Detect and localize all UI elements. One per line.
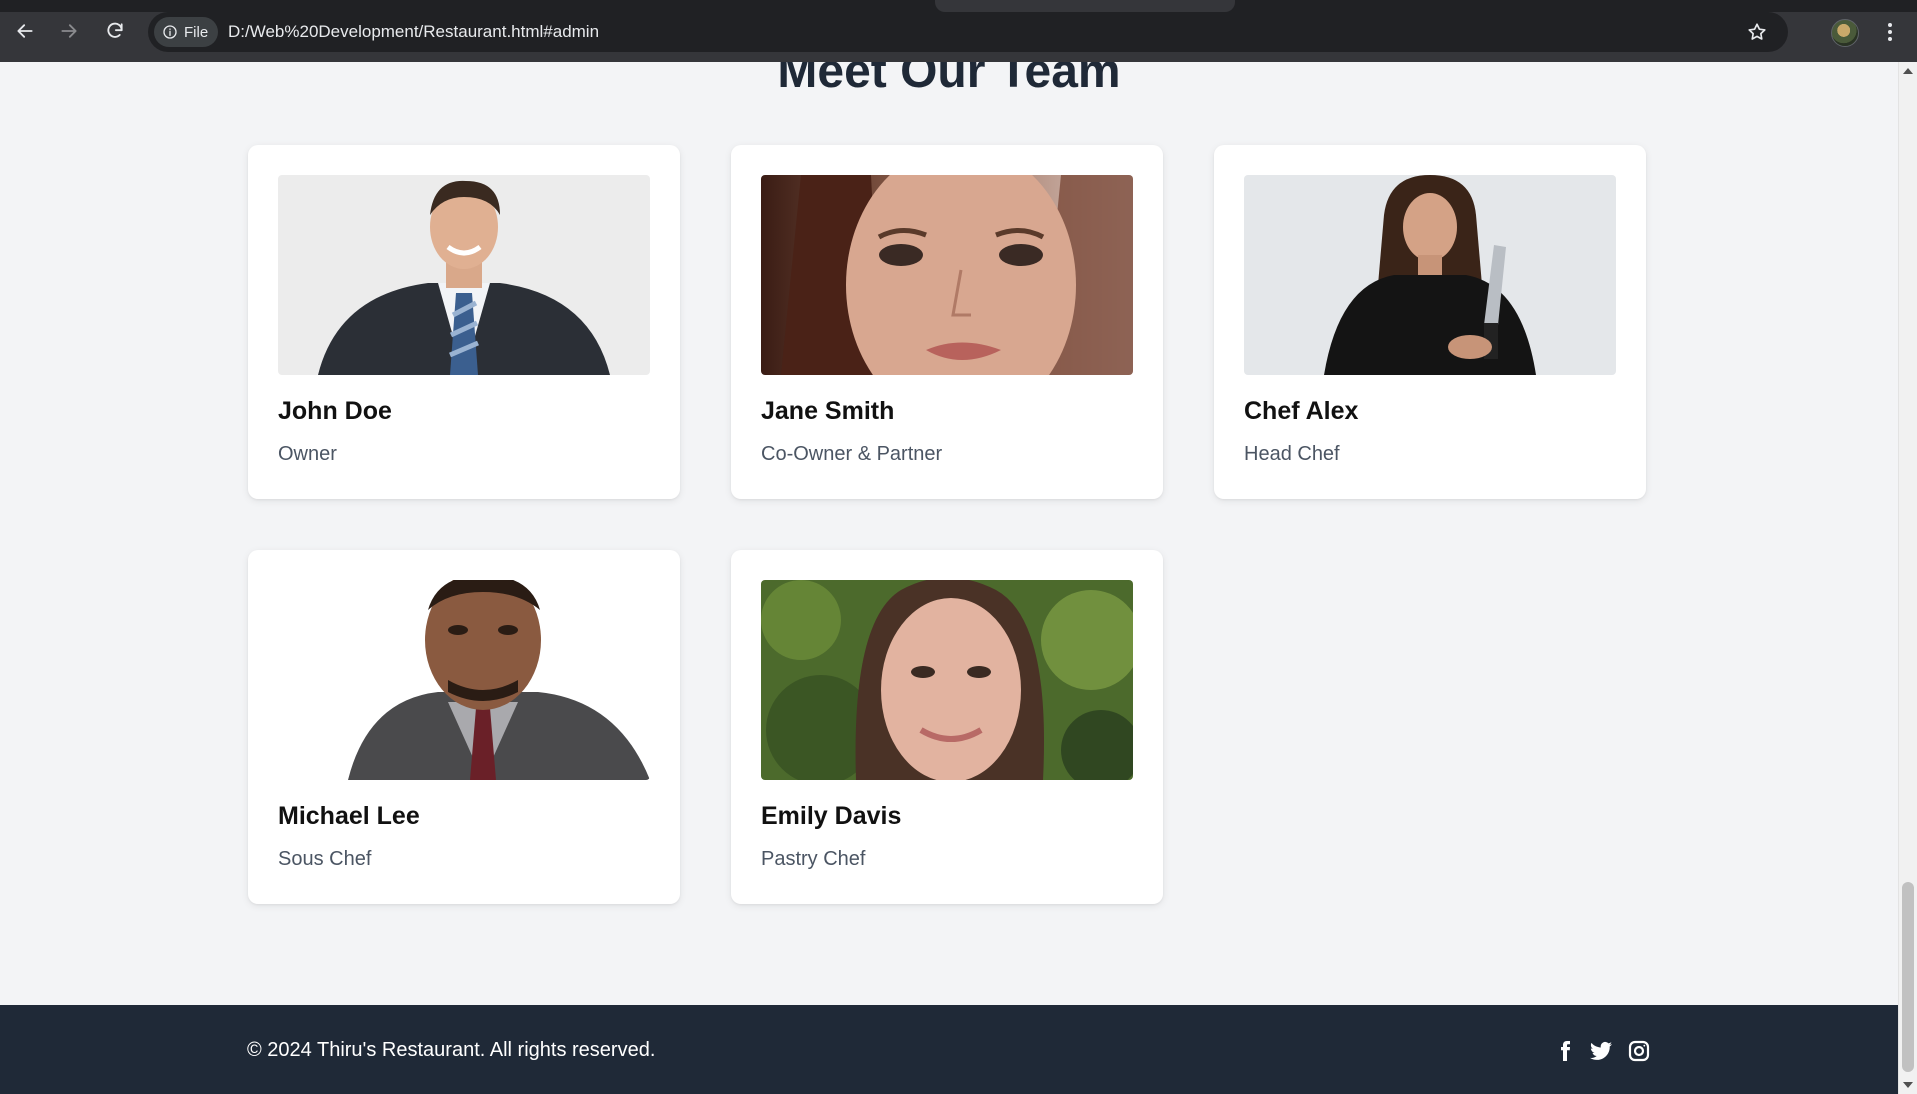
footer-copyright: © 2024 Thiru's Restaurant. All rights re… — [247, 1039, 656, 1061]
profile-avatar[interactable] — [1831, 19, 1859, 47]
member-name: John Doe — [278, 397, 392, 425]
back-arrow-icon — [17, 24, 33, 38]
site-footer: © 2024 Thiru's Restaurant. All rights re… — [0, 1005, 1898, 1094]
scroll-down-icon[interactable] — [1903, 1082, 1913, 1088]
url-text[interactable]: D:/Web%20Development/Restaurant.html#adm… — [228, 22, 599, 42]
scroll-up-icon[interactable] — [1903, 68, 1913, 74]
twitter-icon[interactable] — [1589, 1039, 1613, 1063]
page-viewport: Meet Our Team John Doe Owner Jane Smith … — [0, 62, 1898, 1094]
team-card: Michael Lee Sous Chef — [248, 550, 680, 904]
instagram-icon[interactable] — [1627, 1039, 1651, 1063]
member-role: Head Chef — [1244, 443, 1340, 465]
site-info-chip[interactable]: File — [154, 17, 219, 47]
scrollbar-thumb[interactable] — [1902, 882, 1914, 1072]
reload-button[interactable] — [98, 14, 132, 48]
member-name: Jane Smith — [761, 397, 895, 425]
team-photo — [761, 175, 1133, 375]
facebook-icon[interactable] — [1553, 1039, 1577, 1063]
site-info-label: File — [184, 23, 209, 41]
member-name: Emily Davis — [761, 802, 902, 830]
tab-strip — [0, 0, 1917, 12]
team-card: Emily Davis Pastry Chef — [731, 550, 1163, 904]
member-role: Sous Chef — [278, 848, 372, 870]
team-card: Jane Smith Co-Owner & Partner — [731, 145, 1163, 499]
forward-button[interactable] — [52, 14, 86, 48]
team-card: Chef Alex Head Chef — [1214, 145, 1646, 499]
page-scrollbar[interactable] — [1898, 62, 1917, 1094]
section-title: Meet Our Team — [777, 62, 1121, 98]
member-role: Owner — [278, 443, 337, 465]
star-icon[interactable] — [1746, 21, 1768, 43]
browser-toolbar: File D:/Web%20Development/Restaurant.htm… — [0, 0, 1917, 62]
member-name: Michael Lee — [278, 802, 420, 830]
member-role: Co-Owner & Partner — [761, 443, 943, 465]
reload-icon — [107, 22, 123, 38]
active-tab-edge[interactable] — [935, 0, 1235, 12]
team-card: John Doe Owner — [248, 145, 680, 499]
member-name: Chef Alex — [1244, 397, 1359, 425]
address-bar[interactable]: File D:/Web%20Development/Restaurant.htm… — [148, 12, 1788, 52]
team-photo — [278, 175, 650, 375]
info-icon — [163, 25, 177, 39]
team-photo — [761, 580, 1133, 780]
member-role: Pastry Chef — [761, 848, 866, 870]
back-button[interactable] — [8, 14, 42, 48]
team-photo — [278, 580, 650, 780]
forward-arrow-icon — [61, 24, 77, 38]
more-menu-icon[interactable] — [1878, 18, 1902, 46]
team-photo — [1244, 175, 1616, 375]
